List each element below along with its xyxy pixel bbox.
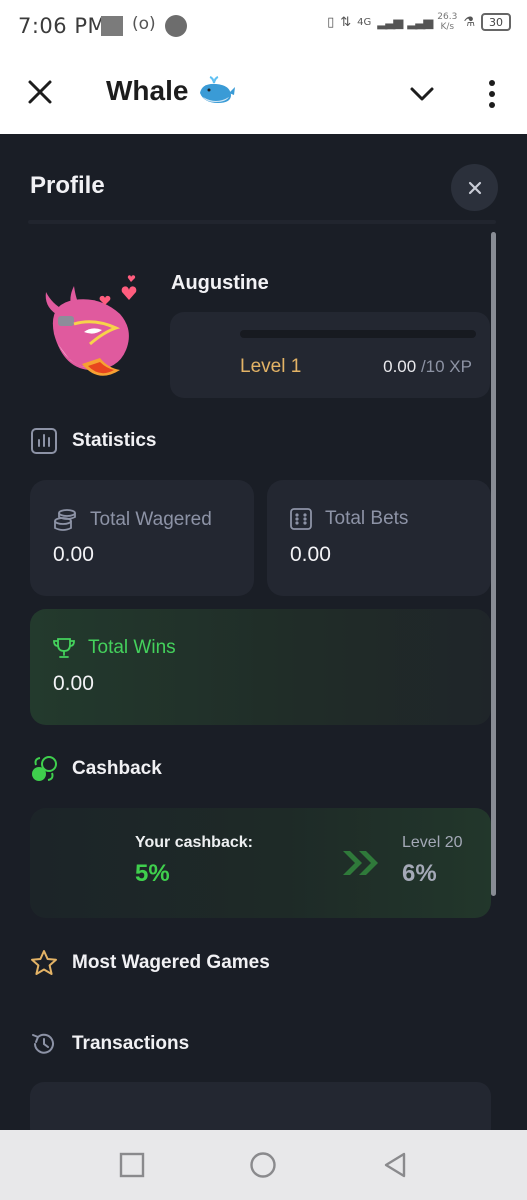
level-label: Level 1 bbox=[240, 356, 302, 377]
total-bets-label: Total Bets bbox=[325, 508, 409, 529]
network-speed: 26.3 K/s bbox=[437, 12, 458, 32]
trophy-icon bbox=[53, 638, 75, 658]
transactions-card bbox=[30, 1082, 491, 1130]
battery-icon: 30 bbox=[481, 13, 511, 31]
total-wagered-label: Total Wagered bbox=[90, 509, 212, 530]
app-bar: Whale bbox=[0, 56, 527, 134]
xp-current: 0.00 bbox=[383, 357, 417, 376]
status-bar: 7:06 PM (o) ▯ ⇅ 4G ▂▃▅ ▂▃▅ 26.3 K/s ⚗ 30 bbox=[0, 0, 527, 56]
signal-2-icon: ▂▃▅ bbox=[407, 14, 433, 30]
status-right: ▯ ⇅ 4G ▂▃▅ ▂▃▅ 26.3 K/s ⚗ 30 bbox=[327, 12, 511, 32]
cashback-heading-text: Cashback bbox=[72, 758, 162, 779]
close-icon bbox=[468, 181, 481, 194]
total-bets-card: Total Bets 0.00 bbox=[267, 480, 491, 596]
next-level-label: Level 20 bbox=[402, 834, 463, 851]
xp-readout: 0.00 /10 XP bbox=[383, 357, 472, 377]
recents-icon[interactable] bbox=[117, 1150, 147, 1180]
transactions-heading[interactable]: Transactions bbox=[30, 1030, 189, 1058]
double-chevron-right-icon bbox=[343, 851, 378, 875]
coins-icon bbox=[54, 509, 76, 531]
close-icon[interactable] bbox=[26, 78, 54, 106]
home-icon[interactable] bbox=[248, 1150, 278, 1180]
hotspot-icon: (o) bbox=[132, 14, 156, 34]
cashback-card: Your cashback: 5% Level 20 6% bbox=[30, 808, 491, 918]
vibrate-icon: ▯ bbox=[327, 14, 335, 30]
xp-progress-bar bbox=[240, 330, 476, 338]
level-card: Level 1 0.00 /10 XP bbox=[170, 312, 490, 398]
flask-icon: ⚗ bbox=[463, 14, 475, 30]
history-icon bbox=[32, 1033, 54, 1054]
total-wins-card: Total Wins 0.00 bbox=[30, 609, 491, 725]
profile-panel: Profile Augustine Level 1 0.00 /10 XP St… bbox=[0, 134, 527, 1130]
divider bbox=[28, 220, 496, 224]
statistics-icon bbox=[31, 428, 57, 454]
telegram-icon bbox=[165, 15, 187, 37]
your-cashback-value: 5% bbox=[135, 860, 170, 887]
star-icon bbox=[31, 950, 57, 975]
total-wins-label: Total Wins bbox=[88, 637, 176, 658]
data-arrows-icon: ⇅ bbox=[340, 14, 352, 30]
page-title: Profile bbox=[30, 172, 105, 199]
transactions-heading-text: Transactions bbox=[72, 1033, 190, 1054]
total-wagered-value: 0.00 bbox=[53, 543, 94, 566]
signal-icon: ▂▃▅ bbox=[377, 14, 403, 30]
back-icon[interactable] bbox=[380, 1150, 410, 1180]
system-nav-bar bbox=[0, 1130, 527, 1200]
network-type: 4G bbox=[357, 16, 372, 28]
next-level-value: 6% bbox=[402, 860, 437, 887]
most-wagered-heading-text: Most Wagered Games bbox=[72, 952, 270, 973]
panel-close-button[interactable] bbox=[451, 164, 498, 211]
status-time: 7:06 PM bbox=[18, 14, 107, 38]
total-wagered-card: Total Wagered 0.00 bbox=[30, 480, 254, 596]
cashback-icon bbox=[32, 756, 57, 781]
your-cashback-label: Your cashback: bbox=[135, 834, 253, 851]
statistics-heading: Statistics bbox=[30, 427, 156, 455]
next-level-cashback: Level 20 6% bbox=[402, 834, 463, 888]
chevron-down-icon[interactable] bbox=[408, 80, 436, 108]
dice-icon bbox=[290, 508, 312, 530]
statistics-heading-text: Statistics bbox=[72, 430, 157, 451]
most-wagered-heading[interactable]: Most Wagered Games bbox=[30, 949, 270, 977]
notification-icon bbox=[101, 16, 123, 36]
more-vertical-icon[interactable] bbox=[480, 78, 504, 110]
total-bets-value: 0.00 bbox=[290, 543, 331, 566]
whale-icon bbox=[200, 76, 236, 103]
app-title-text: Whale bbox=[106, 75, 189, 106]
scrollbar[interactable] bbox=[491, 232, 496, 896]
cashback-heading: Cashback bbox=[30, 755, 162, 783]
xp-max: /10 XP bbox=[420, 357, 472, 376]
avatar bbox=[45, 275, 137, 376]
username: Augustine bbox=[171, 272, 269, 294]
app-title: Whale bbox=[106, 75, 236, 107]
total-wins-value: 0.00 bbox=[53, 672, 94, 695]
your-cashback: Your cashback: 5% bbox=[135, 834, 253, 888]
